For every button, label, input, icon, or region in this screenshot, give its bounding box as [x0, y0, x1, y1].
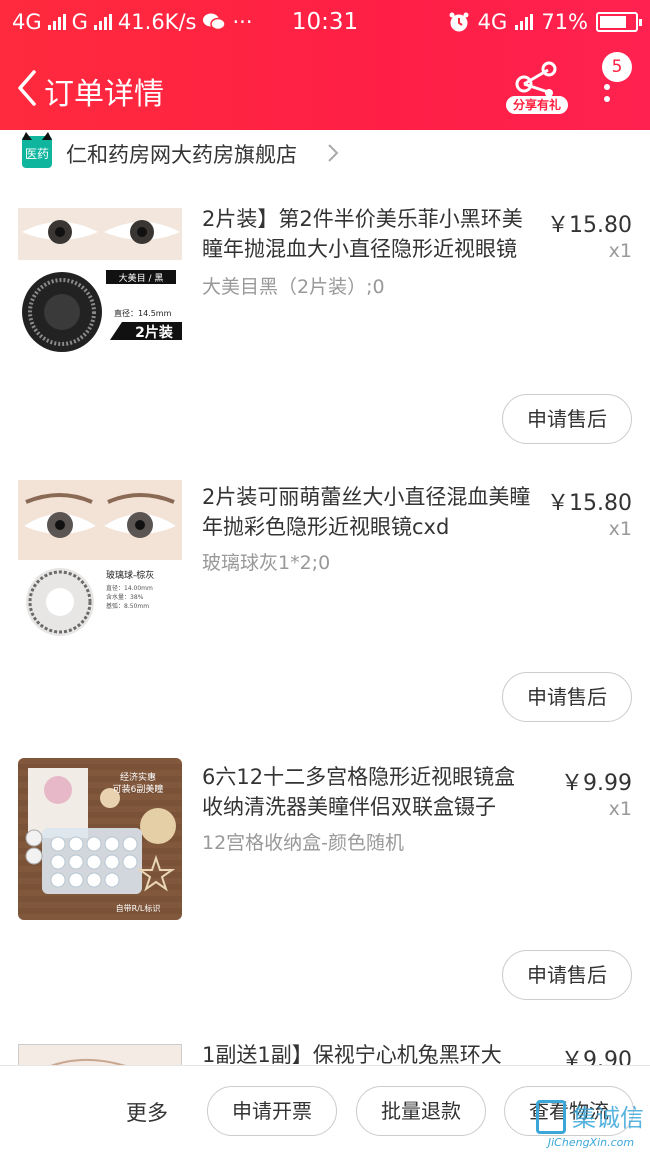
product-spec: 大美目黑（2片装）;0: [202, 276, 385, 298]
alarm-icon: [449, 12, 469, 32]
thumb-diameter: 直径：14.5mm: [114, 308, 172, 318]
product-price: ￥15.80: [547, 491, 632, 516]
shop-name: 仁和药房网大药房旗舰店: [66, 143, 297, 167]
product-price: ￥9.90: [561, 1048, 632, 1066]
share-icon: [515, 61, 557, 97]
product-image[interactable]: 玻璃球-棕灰 直径：14.00mm 含水量：38% 基弧：8.50mm: [18, 480, 182, 642]
share-reward-label: 分享有礼: [506, 96, 568, 114]
product-qty: x1: [608, 518, 632, 540]
more-actions-button[interactable]: 更多: [126, 1097, 168, 1127]
thumb-line-1: 经济实惠: [120, 771, 156, 783]
product-price: ￥15.80: [547, 213, 632, 238]
after-sale-button[interactable]: 申请售后: [502, 950, 632, 1000]
batch-refund-button[interactable]: 批量退款: [356, 1086, 486, 1136]
thumb-badge: 玻璃球-棕灰: [106, 569, 154, 581]
watermark-logo: 集诚信: [532, 1098, 650, 1134]
product-qty: x1: [608, 798, 632, 820]
product-title[interactable]: 2片装】第2件半价美乐菲小黑环美瞳年抛混血大小直径隐形近视眼镜: [202, 204, 532, 264]
thumb-line-1: 直径：14.00mm: [106, 584, 153, 592]
thumb-line-2: 含水量：38%: [106, 593, 144, 601]
battery-percent: 71%: [541, 10, 588, 34]
share-reward-button[interactable]: 分享有礼: [506, 58, 568, 118]
notification-badge: 5: [602, 52, 632, 82]
thumb-foot: 自带R/L标识: [116, 903, 161, 913]
more-dot-icon: [604, 96, 610, 102]
order-item: 玻璃球-棕灰 直径：14.00mm 含水量：38% 基弧：8.50mm 2片装可…: [0, 456, 650, 736]
product-image[interactable]: [18, 1044, 182, 1066]
battery-icon: [596, 12, 642, 32]
thumb-pack: 2片装: [135, 324, 174, 341]
after-sale-button[interactable]: 申请售后: [502, 672, 632, 722]
order-item: 大美目 / 黑 直径：14.5mm 2片装 2片装】第2件半价美乐菲小黑环美瞳年…: [0, 176, 650, 456]
product-title[interactable]: 6六12十二多宫格隐形近视眼镜盒收纳清洗器美瞳伴侣双联盒镊子: [202, 762, 532, 822]
signal-icon-3: [515, 14, 534, 30]
product-title[interactable]: 2片装可丽萌蕾丝大小直径混血美瞳年抛彩色隐形近视眼镜cxd: [202, 482, 532, 542]
product-title[interactable]: 1副送1副】保视宁心机兔黑环大: [202, 1040, 532, 1066]
apply-invoice-button[interactable]: 申请开票: [207, 1086, 337, 1136]
more-menu-button[interactable]: 5: [592, 52, 632, 108]
app-header: 4G G 41.6K/s ··· 10:31 4G 71% 订单详情 分享有礼 …: [0, 0, 650, 130]
thumb-line-2: 可装6副美瞳: [113, 783, 164, 795]
nav-bar: 订单详情 分享有礼 5: [0, 52, 650, 124]
shop-row[interactable]: 医药 仁和药房网大药房旗舰店: [0, 130, 650, 176]
order-item: 经济实惠 可装6副美瞳 自带R/L标识 6六12十二多宫格隐形近视眼镜盒收纳清洗…: [0, 736, 650, 1026]
after-sale-button[interactable]: 申请售后: [502, 394, 632, 444]
product-spec: 玻璃球灰1*2;0: [202, 552, 331, 574]
network-type-3: 4G: [477, 10, 508, 34]
product-image[interactable]: 经济实惠 可装6副美瞳 自带R/L标识: [18, 758, 182, 920]
watermark-url: JiChengXin.com: [547, 1136, 635, 1149]
product-qty: x1: [608, 240, 632, 262]
chevron-right-icon: [328, 144, 339, 162]
product-spec: 12宫格收纳盒-颜色随机: [202, 832, 405, 854]
page-title: 订单详情: [44, 77, 164, 112]
order-item: 1副送1副】保视宁心机兔黑环大 ￥9.90: [0, 1026, 650, 1066]
product-image[interactable]: 大美目 / 黑 直径：14.5mm 2片装: [18, 208, 182, 370]
status-bar: 4G G 41.6K/s ··· 10:31 4G 71%: [0, 0, 650, 44]
product-price: ￥9.99: [561, 771, 632, 796]
site-watermark: 集诚信 JiChengXin.com: [532, 1098, 650, 1155]
shop-logo: 医药: [22, 132, 52, 168]
more-dot-icon: [604, 84, 610, 90]
thumb-badge: 大美目 / 黑: [119, 272, 164, 284]
svg-text:集诚信: 集诚信: [572, 1104, 644, 1132]
thumb-line-3: 基弧：8.50mm: [106, 602, 149, 610]
back-arrow-icon[interactable]: [14, 68, 38, 108]
